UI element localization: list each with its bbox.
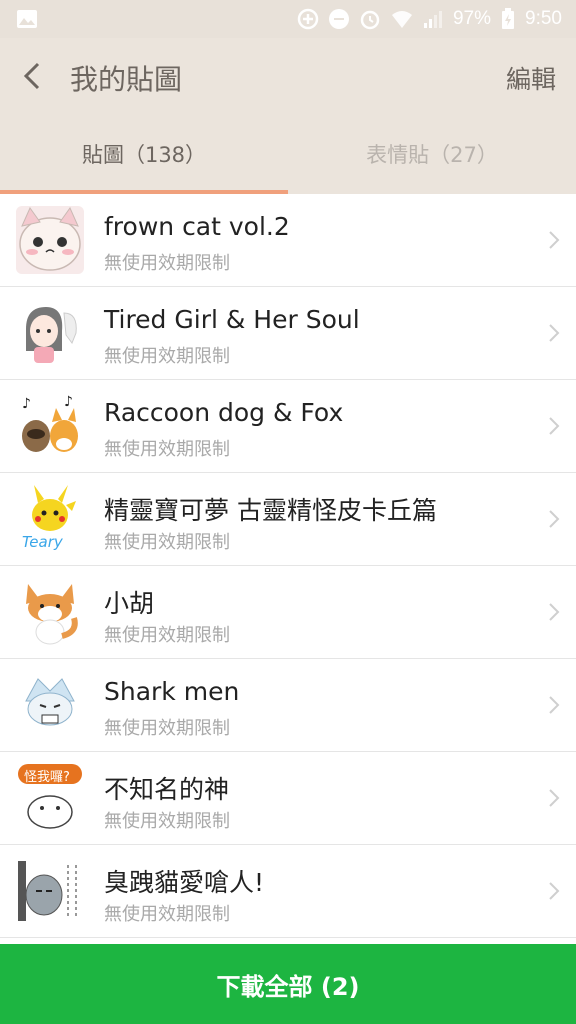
chevron-right-icon xyxy=(549,789,560,807)
sticker-validity: 無使用效期限制 xyxy=(104,253,230,274)
svg-text:♪: ♪ xyxy=(22,396,31,412)
clock: 9:50 xyxy=(525,8,562,29)
sticker-thumbnail: 怪我囉? xyxy=(16,764,84,832)
sticker-validity: 無使用效期限制 xyxy=(104,532,230,553)
list-item[interactable]: 怪我囉? 不知名的神 無使用效期限制 xyxy=(0,752,576,845)
sticker-thumbnail: Teary xyxy=(16,485,84,553)
sticker-thumbnail xyxy=(16,671,84,739)
list-item[interactable]: 臭跩貓愛嗆人! 無使用效期限制 xyxy=(0,845,576,938)
chevron-right-icon xyxy=(549,231,560,249)
wifi-icon xyxy=(391,11,412,28)
sticker-name: 精靈寶可夢 古靈精怪皮卡丘篇 xyxy=(104,496,437,525)
data-saver-icon xyxy=(297,8,319,30)
sticker-validity: 無使用效期限制 xyxy=(104,346,230,367)
sticker-name: 不知名的神 xyxy=(104,775,230,804)
signal-icon xyxy=(423,11,442,28)
do-not-disturb-icon xyxy=(328,9,349,29)
download-all-button[interactable]: 下載全部 (2) xyxy=(0,944,576,1024)
tab-bar: 貼圖（138） 表情貼（27） xyxy=(0,114,576,194)
list-item[interactable]: Teary 精靈寶可夢 古靈精怪皮卡丘篇 無使用效期限制 xyxy=(0,473,576,566)
sticker-name: 小胡 xyxy=(104,589,155,618)
sticker-name: Tired Girl & Her Soul xyxy=(104,305,360,334)
svg-text:♪: ♪ xyxy=(64,394,73,410)
chevron-right-icon xyxy=(549,696,560,714)
sticker-thumbnail xyxy=(16,857,84,925)
page-title: 我的貼圖 xyxy=(70,63,183,96)
battery-charging-icon xyxy=(502,8,515,29)
chevron-right-icon xyxy=(549,603,560,621)
sticker-name: frown cat vol.2 xyxy=(104,212,290,241)
sticker-name: Shark men xyxy=(104,677,240,706)
edit-button[interactable]: 編輯 xyxy=(506,60,556,96)
list-item[interactable]: Shark men 無使用效期限制 xyxy=(0,659,576,752)
alarm-icon xyxy=(360,10,380,30)
list-item[interactable]: frown cat vol.2 無使用效期限制 xyxy=(0,194,576,287)
sticker-thumbnail: ♪ ♪ xyxy=(16,392,84,460)
thumb-caption: Teary xyxy=(22,533,63,551)
battery-percent: 97% xyxy=(452,8,492,29)
tab-emoji[interactable]: 表情貼（27） xyxy=(288,114,576,194)
sticker-name: Raccoon dog & Fox xyxy=(104,398,344,427)
list-item[interactable]: ♪ ♪ Raccoon dog & Fox 無使用效期限制 xyxy=(0,380,576,473)
sticker-validity: 無使用效期限制 xyxy=(104,811,230,832)
chevron-right-icon xyxy=(549,417,560,435)
sticker-validity: 無使用效期限制 xyxy=(104,904,230,925)
sticker-validity: 無使用效期限制 xyxy=(104,439,230,460)
sticker-thumbnail xyxy=(16,578,84,646)
chevron-right-icon xyxy=(549,510,560,528)
tab-stickers[interactable]: 貼圖（138） xyxy=(0,114,288,194)
chevron-right-icon xyxy=(549,882,560,900)
sticker-thumbnail xyxy=(16,206,84,274)
sticker-thumbnail xyxy=(16,299,84,367)
sticker-list: frown cat vol.2 無使用效期限制 Tired Girl & Her… xyxy=(0,194,576,944)
sticker-validity: 無使用效期限制 xyxy=(104,625,230,646)
status-bar: 97% 9:50 xyxy=(0,0,576,38)
list-item[interactable]: 小胡 無使用效期限制 xyxy=(0,566,576,659)
thumb-caption: 怪我囉? xyxy=(24,770,70,785)
sticker-validity: 無使用效期限制 xyxy=(104,718,230,739)
sticker-name: 臭跩貓愛嗆人! xyxy=(104,868,265,897)
back-arrow-icon[interactable] xyxy=(16,56,52,96)
chevron-right-icon xyxy=(549,324,560,342)
app-header: 我的貼圖 編輯 xyxy=(0,38,576,114)
list-item[interactable]: Tired Girl & Her Soul 無使用效期限制 xyxy=(0,287,576,380)
gallery-icon xyxy=(17,10,37,28)
